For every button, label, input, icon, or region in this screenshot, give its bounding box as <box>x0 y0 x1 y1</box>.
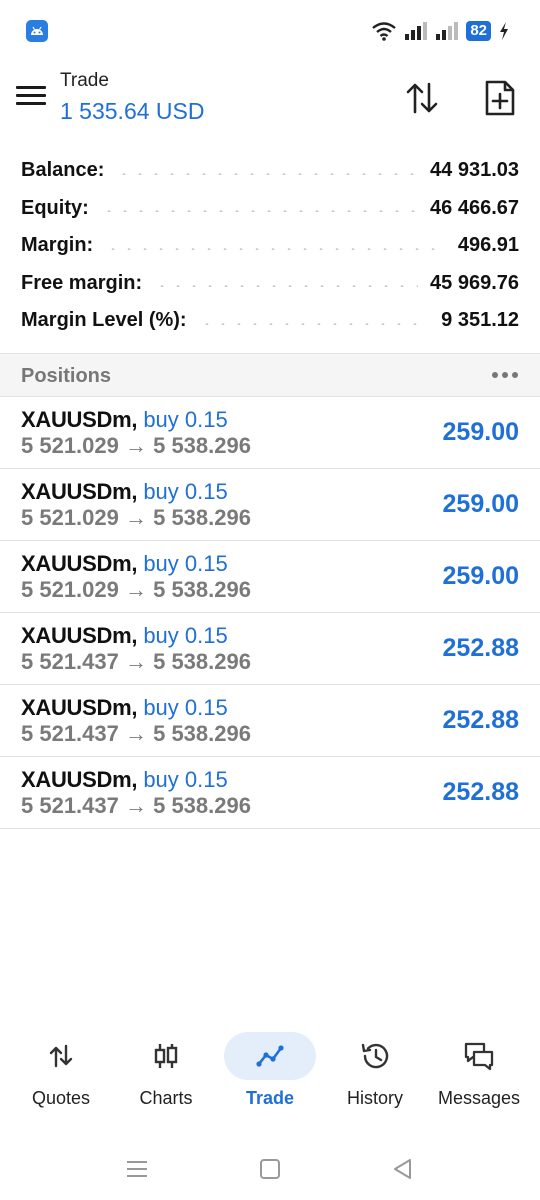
positions-header: Positions <box>0 353 540 397</box>
summary-value: 45 969.76 <box>430 271 519 294</box>
position-prices: 5 521.029 → 5 538.296 <box>21 505 251 530</box>
page-title: Trade <box>60 70 109 91</box>
more-options-icon[interactable] <box>492 372 518 378</box>
position-prices: 5 521.437 → 5 538.296 <box>21 649 251 674</box>
dotted-leader <box>100 210 419 213</box>
summary-value: 44 931.03 <box>430 159 519 182</box>
profit-total: 1 535.64 USD <box>60 98 205 124</box>
summary-value: 9 351.12 <box>441 309 519 332</box>
summary-value: 46 466.67 <box>430 196 519 219</box>
nav-history[interactable]: History <box>323 1028 427 1118</box>
balance-row: Balance: 44 931.03 <box>21 152 519 190</box>
recent-apps-icon[interactable] <box>124 1156 150 1182</box>
back-icon[interactable] <box>390 1156 416 1182</box>
home-icon[interactable] <box>257 1156 283 1182</box>
summary-label: Margin: <box>21 234 94 257</box>
system-navigation <box>0 1140 540 1200</box>
position-row[interactable]: XAUUSDm, buy 0.15 5 521.029 → 5 538.296 … <box>0 541 540 613</box>
nav-label: Messages <box>437 1088 521 1108</box>
account-summary: Balance: 44 931.03 Equity: 46 466.67 Mar… <box>21 152 519 340</box>
position-prices: 5 521.029 → 5 538.296 <box>21 433 251 458</box>
position-side: buy 0.15 <box>143 551 228 576</box>
position-profit: 259.00 <box>442 418 519 446</box>
position-profit: 259.00 <box>442 562 519 590</box>
position-row[interactable]: XAUUSDm, buy 0.15 5 521.437 → 5 538.296 … <box>0 613 540 685</box>
nav-trade[interactable]: Trade <box>218 1028 322 1118</box>
position-row[interactable]: XAUUSDm, buy 0.15 5 521.029 → 5 538.296 … <box>0 469 540 541</box>
position-row[interactable]: XAUUSDm, buy 0.15 5 521.437 → 5 538.296 … <box>0 685 540 757</box>
dotted-leader <box>105 247 446 250</box>
history-icon <box>361 1043 389 1069</box>
nav-quotes[interactable]: Quotes <box>9 1028 113 1118</box>
position-profit: 252.88 <box>442 706 519 734</box>
summary-label: Margin Level (%): <box>21 309 187 332</box>
margin-row: Margin: 496.91 <box>21 227 519 265</box>
equity-row: Equity: 46 466.67 <box>21 190 519 228</box>
menu-icon[interactable] <box>14 82 48 112</box>
position-profit: 252.88 <box>442 778 519 806</box>
wifi-icon <box>372 22 397 41</box>
signal-icon <box>436 22 459 40</box>
position-side: buy 0.15 <box>143 695 228 720</box>
nav-label: Charts <box>139 1088 193 1108</box>
position-symbol: XAUUSDm, <box>21 479 138 504</box>
position-symbol: XAUUSDm, <box>21 767 138 792</box>
position-symbol: XAUUSDm, <box>21 623 138 648</box>
sort-icon[interactable] <box>402 78 442 118</box>
nav-charts[interactable]: Charts <box>114 1028 218 1118</box>
position-prices: 5 521.437 → 5 538.296 <box>21 721 251 746</box>
summary-label: Free margin: <box>21 271 143 294</box>
dotted-leader <box>198 322 430 325</box>
position-profit: 252.88 <box>442 634 519 662</box>
margin-level-row: Margin Level (%): 9 351.12 <box>21 302 519 340</box>
new-order-icon[interactable] <box>480 78 520 118</box>
position-prices: 5 521.437 → 5 538.296 <box>21 793 251 818</box>
position-row[interactable]: XAUUSDm, buy 0.15 5 521.029 → 5 538.296 … <box>0 397 540 469</box>
bottom-nav: Quotes Charts Trade History Messages <box>0 1028 540 1118</box>
summary-value: 496.91 <box>457 234 519 257</box>
dotted-leader <box>116 172 419 175</box>
position-side: buy 0.15 <box>143 767 228 792</box>
nav-messages[interactable]: Messages <box>427 1028 531 1118</box>
charging-icon <box>500 22 508 40</box>
position-profit: 259.00 <box>442 490 519 518</box>
position-row[interactable]: XAUUSDm, buy 0.15 5 521.437 → 5 538.296 … <box>0 757 540 829</box>
charts-icon <box>154 1044 178 1068</box>
dotted-leader <box>154 285 419 288</box>
position-symbol: XAUUSDm, <box>21 407 138 432</box>
nav-label: Trade <box>245 1088 295 1108</box>
position-prices: 5 521.029 → 5 538.296 <box>21 577 251 602</box>
trade-icon <box>256 1045 284 1067</box>
quotes-icon <box>49 1044 73 1068</box>
app-header: Trade 1 535.64 USD <box>0 62 540 142</box>
summary-label: Balance: <box>21 159 105 182</box>
positions-list: XAUUSDm, buy 0.15 5 521.029 → 5 538.296 … <box>0 397 540 829</box>
signal-icon <box>405 22 428 40</box>
position-side: buy 0.15 <box>143 407 228 432</box>
nav-label: Quotes <box>31 1088 91 1108</box>
app-notification-icon <box>26 20 48 42</box>
free-margin-row: Free margin: 45 969.76 <box>21 265 519 303</box>
position-side: buy 0.15 <box>143 479 228 504</box>
position-symbol: XAUUSDm, <box>21 695 138 720</box>
summary-label: Equity: <box>21 196 89 219</box>
status-bar: 82 <box>0 0 540 62</box>
positions-title: Positions <box>21 365 112 387</box>
position-side: buy 0.15 <box>143 623 228 648</box>
messages-icon <box>464 1042 494 1071</box>
battery-icon: 82 <box>466 21 491 41</box>
nav-label: History <box>346 1088 403 1108</box>
position-symbol: XAUUSDm, <box>21 551 138 576</box>
